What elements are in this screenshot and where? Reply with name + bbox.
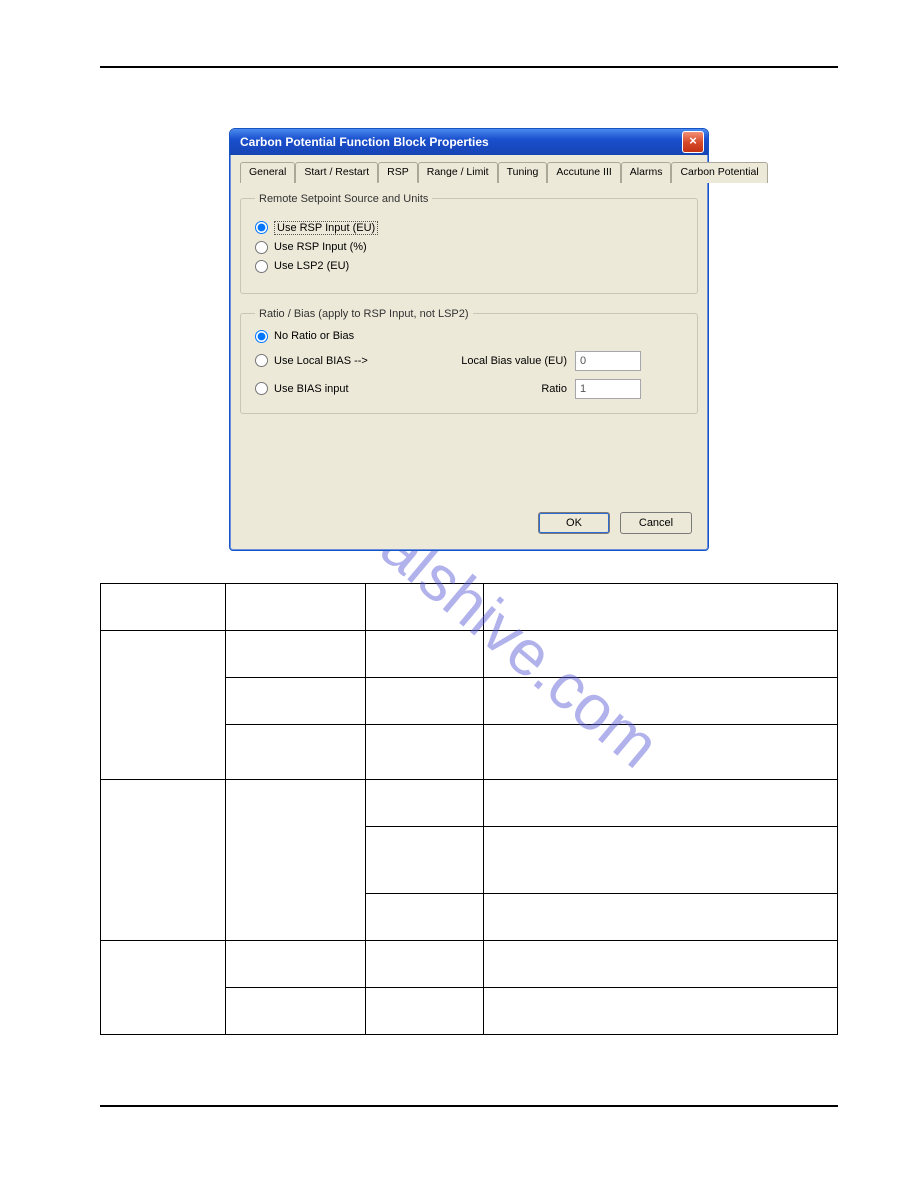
tab-rsp[interactable]: RSP [378,162,418,183]
page-rule-bottom [100,1105,838,1107]
radio-rsp-eu-label: Use RSP Input (EU) [274,221,378,235]
table-row [101,630,838,677]
radio-bias-input[interactable] [255,382,268,395]
tab-range-limit[interactable]: Range / Limit [418,162,498,183]
radio-local-bias-label: Use Local BIAS --> [274,355,368,367]
group-remote-setpoint: Remote Setpoint Source and Units Use RSP… [240,193,698,294]
tab-accutune[interactable]: Accutune III [547,162,620,183]
local-bias-label: Local Bias value (EU) [435,355,575,367]
radio-rsp-percent[interactable] [255,241,268,254]
table-row [101,940,838,987]
ratio-input[interactable] [575,379,641,399]
tab-general[interactable]: General [240,162,295,183]
cancel-button[interactable]: Cancel [620,512,692,534]
dialog-titlebar: Carbon Potential Function Block Properti… [230,129,708,155]
tab-alarms[interactable]: Alarms [621,162,672,183]
table-row [101,779,838,826]
tab-tuning[interactable]: Tuning [498,162,548,183]
radio-lsp2-eu[interactable] [255,260,268,273]
group-ratio-bias: Ratio / Bias (apply to RSP Input, not LS… [240,308,698,414]
group-remote-setpoint-legend: Remote Setpoint Source and Units [255,193,432,205]
dialog-title: Carbon Potential Function Block Properti… [240,135,489,149]
local-bias-input[interactable] [575,351,641,371]
radio-no-ratio[interactable] [255,330,268,343]
dialog-button-bar: OK Cancel [240,498,698,538]
ratio-label: Ratio [435,383,575,395]
tab-start-restart[interactable]: Start / Restart [295,162,378,183]
tab-carbon-potential[interactable]: Carbon Potential [671,162,767,183]
table-row [101,583,838,630]
radio-bias-input-label: Use BIAS input [274,383,349,395]
page-rule-top [100,66,838,68]
radio-no-ratio-label: No Ratio or Bias [274,330,354,342]
dialog-body: General Start / Restart RSP Range / Limi… [230,155,708,550]
group-ratio-bias-legend: Ratio / Bias (apply to RSP Input, not LS… [255,308,473,320]
close-icon[interactable]: × [682,131,704,153]
layout-table [100,583,838,1035]
radio-rsp-percent-label: Use RSP Input (%) [274,241,367,253]
radio-rsp-eu[interactable] [255,221,268,234]
ok-button[interactable]: OK [538,512,610,534]
properties-dialog: Carbon Potential Function Block Properti… [229,128,709,551]
tabstrip: General Start / Restart RSP Range / Limi… [240,161,698,183]
radio-local-bias[interactable] [255,354,268,367]
radio-lsp2-eu-label: Use LSP2 (EU) [274,260,349,272]
